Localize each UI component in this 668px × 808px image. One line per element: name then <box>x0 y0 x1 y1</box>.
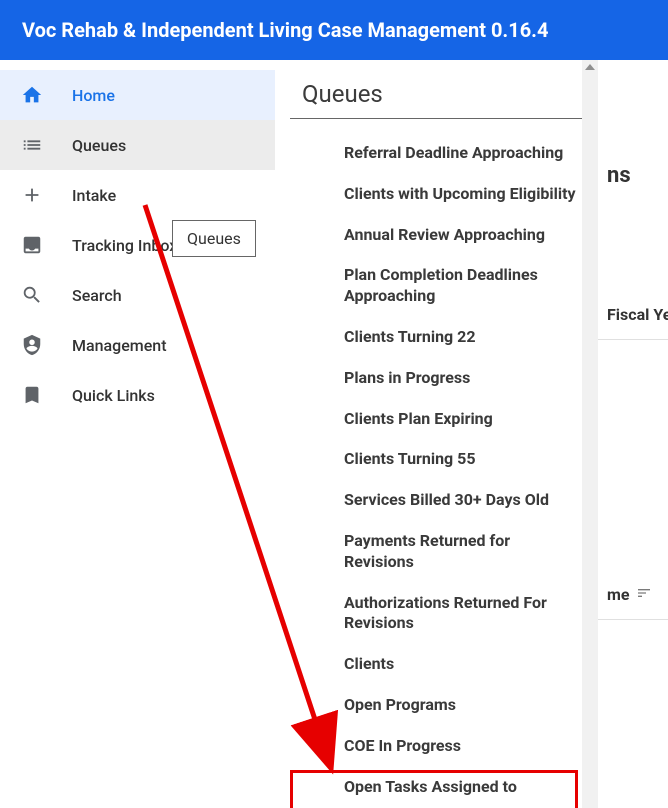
queue-list: Referral Deadline ApproachingClients wit… <box>290 133 592 807</box>
sidebar-item-label: Quick Links <box>72 386 155 405</box>
queue-item[interactable]: Open Programs <box>290 685 592 726</box>
queue-item[interactable]: Clients Turning 22 <box>290 317 592 358</box>
queue-item[interactable]: Services Billed 30+ Days Old <box>290 480 592 521</box>
scroll-up-icon[interactable] <box>585 64 595 70</box>
queue-item[interactable]: Referral Deadline Approaching <box>290 133 592 174</box>
sidebar-item-label: Intake <box>72 186 116 205</box>
app-body: Home Queues Intake Tracking Inbox Search <box>0 60 668 808</box>
queue-item[interactable]: Open Tasks Assigned to <box>290 767 592 808</box>
queues-tooltip: Queues <box>172 220 256 257</box>
queue-item[interactable]: Clients Turning 55 <box>290 439 592 480</box>
content-pane-fragment: ns Fiscal Ye me <box>597 60 668 808</box>
sidebar-item-queues[interactable]: Queues <box>0 120 275 170</box>
queue-item[interactable]: Annual Review Approaching <box>290 215 592 256</box>
list-icon <box>20 133 44 157</box>
queues-heading: Queues <box>290 80 584 119</box>
home-icon <box>20 83 44 107</box>
sidebar-item-label: Queues <box>72 136 126 155</box>
queue-item[interactable]: Plan Completion Deadlines Approaching <box>290 255 592 317</box>
queue-item[interactable]: Clients with Upcoming Eligibility <box>290 174 592 215</box>
plus-icon <box>20 183 44 207</box>
queue-item[interactable]: Payments Returned for Revisions <box>290 521 592 583</box>
sidebar: Home Queues Intake Tracking Inbox Search <box>0 60 275 808</box>
queue-item[interactable]: Clients Plan Expiring <box>290 399 592 440</box>
sidebar-item-label: Management <box>72 336 167 355</box>
inbox-icon <box>20 233 44 257</box>
sidebar-item-home[interactable]: Home <box>0 70 275 120</box>
column-header-me[interactable]: me <box>597 570 668 620</box>
search-icon <box>20 283 44 307</box>
sidebar-item-label: Search <box>72 286 122 305</box>
queue-item[interactable]: Authorizations Returned For Revisions <box>290 583 592 645</box>
app-header: Voc Rehab & Independent Living Case Mana… <box>0 0 668 60</box>
sidebar-item-label: Tracking Inbox <box>72 236 177 255</box>
sidebar-item-intake[interactable]: Intake <box>0 170 275 220</box>
sidebar-item-search[interactable]: Search <box>0 270 275 320</box>
app-title: Voc Rehab & Independent Living Case Mana… <box>22 18 548 42</box>
queue-item[interactable]: Clients <box>290 644 592 685</box>
column-header-fiscal[interactable]: Fiscal Ye <box>597 290 668 340</box>
scrollbar[interactable] <box>582 60 598 808</box>
queue-item[interactable]: COE In Progress <box>290 726 592 767</box>
bookmark-icon <box>20 383 44 407</box>
queue-item[interactable]: Plans in Progress <box>290 358 592 399</box>
heading-fragment: ns <box>597 150 668 200</box>
sort-icon <box>636 585 652 605</box>
sidebar-item-quick-links[interactable]: Quick Links <box>0 370 275 420</box>
queues-panel: Queues Referral Deadline ApproachingClie… <box>290 60 592 808</box>
sidebar-item-label: Home <box>72 86 115 105</box>
sidebar-item-management[interactable]: Management <box>0 320 275 370</box>
shield-user-icon <box>20 333 44 357</box>
